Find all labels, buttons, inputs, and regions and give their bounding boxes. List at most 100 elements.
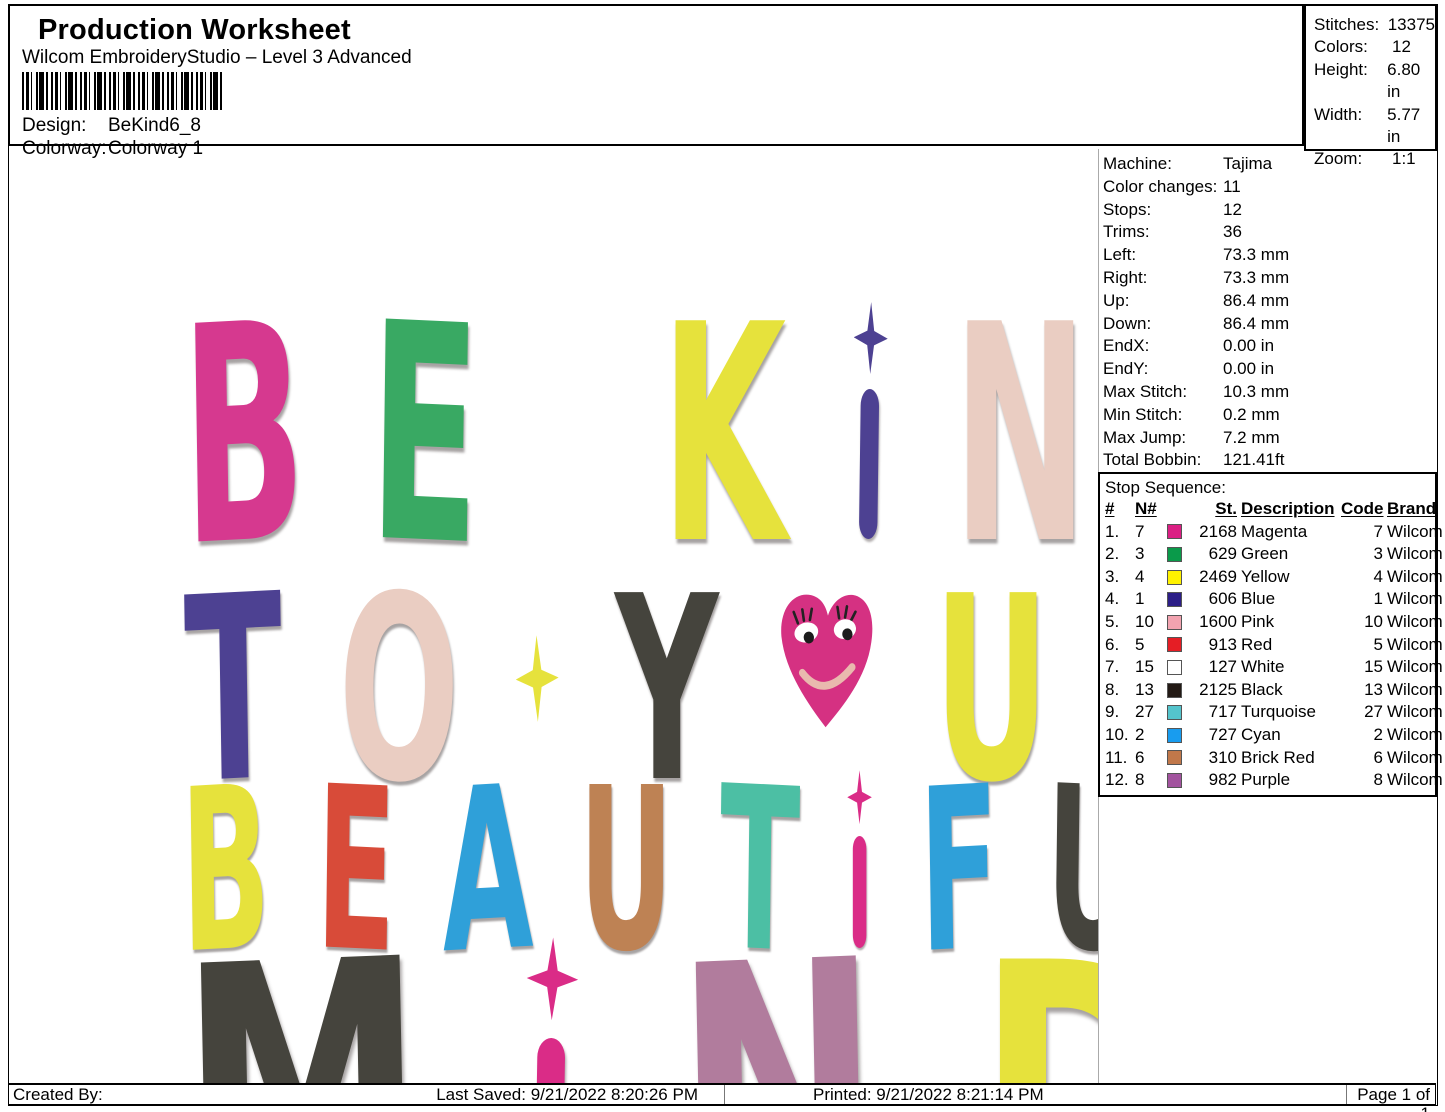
machine-info-label: Max Jump: bbox=[1103, 427, 1223, 450]
row-description: White bbox=[1241, 656, 1337, 679]
artwork-item: D bbox=[977, 919, 1098, 1083]
col-num: # bbox=[1105, 498, 1131, 521]
stop-sequence-row: 2. 3 629 Green 3 Wilcom bbox=[1105, 543, 1435, 566]
stats-box: Stitches: 13375 Colors: 12 Height: 6.80 … bbox=[1304, 4, 1437, 151]
machine-info-value: 0.00 in bbox=[1223, 335, 1274, 358]
row-needle: 1 bbox=[1135, 588, 1163, 611]
thread-color-swatch bbox=[1167, 728, 1182, 743]
artwork-item: K bbox=[661, 286, 787, 586]
row-description: Black bbox=[1241, 679, 1337, 702]
row-brand: Wilcom bbox=[1387, 656, 1443, 679]
row-num: 4. bbox=[1105, 588, 1131, 611]
machine-info-value: 12 bbox=[1223, 199, 1242, 222]
sparkle-icon bbox=[526, 937, 579, 1022]
machine-info-label: Total Bobbin: bbox=[1103, 449, 1223, 472]
thread-color-swatch bbox=[1167, 750, 1182, 765]
stop-sequence-row: 3. 4 2469 Yellow 4 Wilcom bbox=[1105, 566, 1435, 589]
row-code: 1 bbox=[1341, 588, 1383, 611]
row-code: 7 bbox=[1341, 521, 1383, 544]
row-description: Cyan bbox=[1241, 724, 1337, 747]
col-code: Code bbox=[1341, 498, 1383, 521]
row-brand: Wilcom bbox=[1387, 679, 1443, 702]
row-stitches: 2168 bbox=[1193, 521, 1237, 544]
stop-sequence-row: 12. 8 982 Purple 8 Wilcom bbox=[1105, 769, 1435, 792]
thread-color-swatch bbox=[1167, 705, 1182, 720]
row-stitches: 629 bbox=[1193, 543, 1237, 566]
thread-color-swatch bbox=[1167, 524, 1182, 539]
machine-info-value: 121.41ft bbox=[1223, 449, 1284, 472]
artwork-line-4: M N D bbox=[181, 919, 1098, 1083]
design-row: Design: BeKind6_8 bbox=[22, 115, 201, 137]
col-brand: Brand bbox=[1387, 498, 1443, 521]
sparkle-icon bbox=[515, 634, 559, 723]
machine-info-value: 11 bbox=[1223, 176, 1241, 199]
letter-i-stem bbox=[534, 1037, 565, 1083]
artwork-line-1: B E K bbox=[182, 286, 1098, 586]
machine-info-label: Max Stitch: bbox=[1103, 381, 1223, 404]
stat-row: Colors: 12 bbox=[1314, 36, 1435, 58]
stat-label: Stitches: bbox=[1314, 14, 1388, 36]
machine-info-row: Machine: Tajima bbox=[1103, 153, 1437, 176]
artwork-item: N bbox=[673, 915, 885, 1083]
embroidered-letter: N bbox=[953, 286, 1089, 586]
col-description: Description bbox=[1241, 498, 1337, 521]
thread-color-swatch bbox=[1167, 570, 1182, 585]
stop-sequence-row: 9. 27 717 Turquoise 27 Wilcom bbox=[1105, 701, 1435, 724]
machine-info-value: Tajima bbox=[1223, 153, 1272, 176]
row-num: 9. bbox=[1105, 701, 1131, 724]
row-num: 10. bbox=[1105, 724, 1131, 747]
row-brand: Wilcom bbox=[1387, 701, 1443, 724]
thread-color-swatch bbox=[1167, 637, 1182, 652]
row-stitches: 727 bbox=[1193, 724, 1237, 747]
row-brand: Wilcom bbox=[1387, 747, 1443, 770]
machine-info-value: 36 bbox=[1223, 221, 1242, 244]
machine-info-panel: Machine: Tajima Color changes: 11 Stops:… bbox=[1103, 153, 1437, 472]
machine-info-row: Color changes: 11 bbox=[1103, 176, 1437, 199]
sparkle-icon bbox=[847, 770, 872, 824]
row-num: 2. bbox=[1105, 543, 1131, 566]
stat-row: Height: 6.80 in bbox=[1314, 59, 1435, 104]
page-number-text: Page 1 of 1 bbox=[1357, 1085, 1430, 1112]
row-code: 3 bbox=[1341, 543, 1383, 566]
row-needle: 4 bbox=[1135, 566, 1163, 589]
row-num: 7. bbox=[1105, 656, 1131, 679]
col-needle: N# bbox=[1135, 498, 1163, 521]
machine-info-label: EndX: bbox=[1103, 335, 1223, 358]
row-stitches: 127 bbox=[1193, 656, 1237, 679]
header-box: Production Worksheet Wilcom EmbroiderySt… bbox=[8, 4, 1304, 146]
row-code: 8 bbox=[1341, 769, 1383, 792]
machine-info-label: Down: bbox=[1103, 313, 1223, 336]
row-brand: Wilcom bbox=[1387, 611, 1443, 634]
row-code: 4 bbox=[1341, 566, 1383, 589]
machine-info-value: 7.2 mm bbox=[1223, 427, 1280, 450]
machine-info-row: Total Bobbin: 121.41ft bbox=[1103, 449, 1437, 472]
row-description: Blue bbox=[1241, 588, 1337, 611]
row-brand: Wilcom bbox=[1387, 521, 1443, 544]
thread-color-swatch bbox=[1167, 683, 1182, 698]
stop-sequence-row: 1. 7 2168 Magenta 7 Wilcom bbox=[1105, 521, 1435, 544]
stop-sequence-box: Stop Sequence: # N# St. Description Code… bbox=[1098, 472, 1437, 797]
stat-value: 12 bbox=[1392, 36, 1411, 58]
thread-color-swatch bbox=[1167, 773, 1182, 788]
printed-text: Printed: 9/21/2022 8:21:14 PM bbox=[813, 1085, 1044, 1104]
machine-info-label: Left: bbox=[1103, 244, 1223, 267]
row-description: Purple bbox=[1241, 769, 1337, 792]
machine-info-row: Up: 86.4 mm bbox=[1103, 290, 1437, 313]
stat-value: 5.77 in bbox=[1387, 104, 1435, 149]
stat-label: Width: bbox=[1314, 104, 1387, 149]
row-needle: 7 bbox=[1135, 521, 1163, 544]
row-description: Green bbox=[1241, 543, 1337, 566]
machine-info-row: Down: 86.4 mm bbox=[1103, 313, 1437, 336]
stat-row: Stitches: 13375 bbox=[1314, 14, 1435, 36]
embroidered-letter: D bbox=[977, 919, 1098, 1083]
row-brand: Wilcom bbox=[1387, 769, 1443, 792]
heart-smiley-icon bbox=[774, 577, 879, 740]
production-worksheet-page: Production Worksheet Wilcom EmbroiderySt… bbox=[0, 0, 1445, 1112]
row-num: 8. bbox=[1105, 679, 1131, 702]
machine-info-label: Right: bbox=[1103, 267, 1223, 290]
col-stitches: St. bbox=[1167, 498, 1237, 521]
row-stitches: 717 bbox=[1193, 701, 1237, 724]
row-num: 3. bbox=[1105, 566, 1131, 589]
machine-info-value: 73.3 mm bbox=[1223, 267, 1289, 290]
row-needle: 10 bbox=[1135, 611, 1163, 634]
